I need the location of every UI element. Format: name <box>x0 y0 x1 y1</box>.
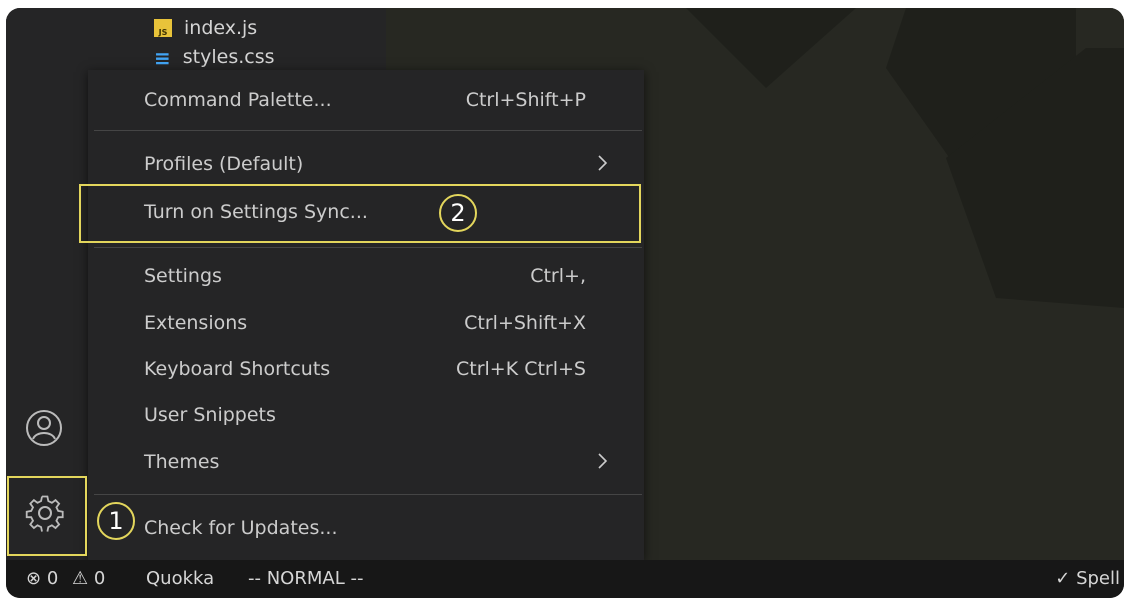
menu-item-keyboard-shortcuts[interactable]: Keyboard Shortcuts Ctrl+K Ctrl+S <box>88 349 644 389</box>
menu-item-label: Themes <box>144 451 220 473</box>
menu-separator <box>94 247 642 248</box>
menu-item-label: Extensions <box>144 312 248 334</box>
file-name: index.js <box>184 17 258 39</box>
menu-item-command-palette[interactable]: Command Palette... Ctrl+Shift+P <box>88 80 644 120</box>
menu-item-label: Keyboard Shortcuts <box>144 358 331 380</box>
vscode-window: JS index.js ≡ styles.css Command Palette… <box>6 8 1124 598</box>
file-item[interactable]: ≡ styles.css <box>154 46 275 68</box>
warning-count: 0 <box>93 568 106 589</box>
warning-icon: ⚠ <box>72 568 89 589</box>
menu-item-themes[interactable]: Themes <box>88 442 644 482</box>
error-icon: ⊗ <box>26 568 42 589</box>
quokka-status[interactable]: Quokka <box>146 568 214 589</box>
spell-status[interactable]: ✓ Spell <box>1055 568 1120 589</box>
error-indicator[interactable]: ⊗ 0 <box>26 568 58 589</box>
chevron-right-icon <box>598 453 608 469</box>
highlight-settings-sync <box>79 184 641 243</box>
vim-mode: -- NORMAL -- <box>248 568 364 589</box>
step-badge-1: 1 <box>97 502 135 540</box>
chevron-right-icon <box>598 155 608 171</box>
file-item[interactable]: JS index.js <box>154 10 257 46</box>
menu-item-settings[interactable]: Settings Ctrl+, <box>88 256 644 296</box>
menu-item-label: Command Palette... <box>144 89 332 111</box>
menu-item-check-updates[interactable]: Check for Updates... <box>88 508 644 548</box>
menu-item-label: Check for Updates... <box>144 517 338 539</box>
js-file-icon: JS <box>154 19 172 37</box>
manage-menu: Command Palette... Ctrl+Shift+P Profiles… <box>88 70 644 560</box>
menu-item-user-snippets[interactable]: User Snippets <box>88 395 644 435</box>
warning-indicator[interactable]: ⚠ 0 <box>72 568 105 589</box>
menu-item-shortcut: Ctrl+, <box>530 265 586 287</box>
spell-label: Spell <box>1076 568 1120 589</box>
menu-item-extensions[interactable]: Extensions Ctrl+Shift+X <box>88 303 644 343</box>
account-icon[interactable] <box>24 408 64 448</box>
menu-separator <box>94 130 642 131</box>
menu-item-shortcut: Ctrl+Shift+X <box>464 312 586 334</box>
check-icon: ✓ <box>1055 568 1071 589</box>
menu-separator <box>94 494 642 495</box>
css-file-icon: ≡ <box>154 46 171 68</box>
menu-item-label: Settings <box>144 265 222 287</box>
file-name: styles.css <box>182 46 275 68</box>
menu-item-shortcut: Ctrl+K Ctrl+S <box>455 358 586 380</box>
menu-item-label: User Snippets <box>144 404 276 426</box>
error-count: 0 <box>46 568 59 589</box>
highlight-gear <box>7 476 87 556</box>
menu-item-shortcut: Ctrl+Shift+P <box>465 89 586 111</box>
status-bar: ⊗ 0 ⚠ 0 Quokka -- NORMAL -- ✓ Spell <box>6 560 1124 598</box>
step-badge-2: 2 <box>439 194 477 232</box>
menu-item-label: Profiles (Default) <box>144 153 304 175</box>
menu-item-profiles[interactable]: Profiles (Default) <box>88 144 644 184</box>
